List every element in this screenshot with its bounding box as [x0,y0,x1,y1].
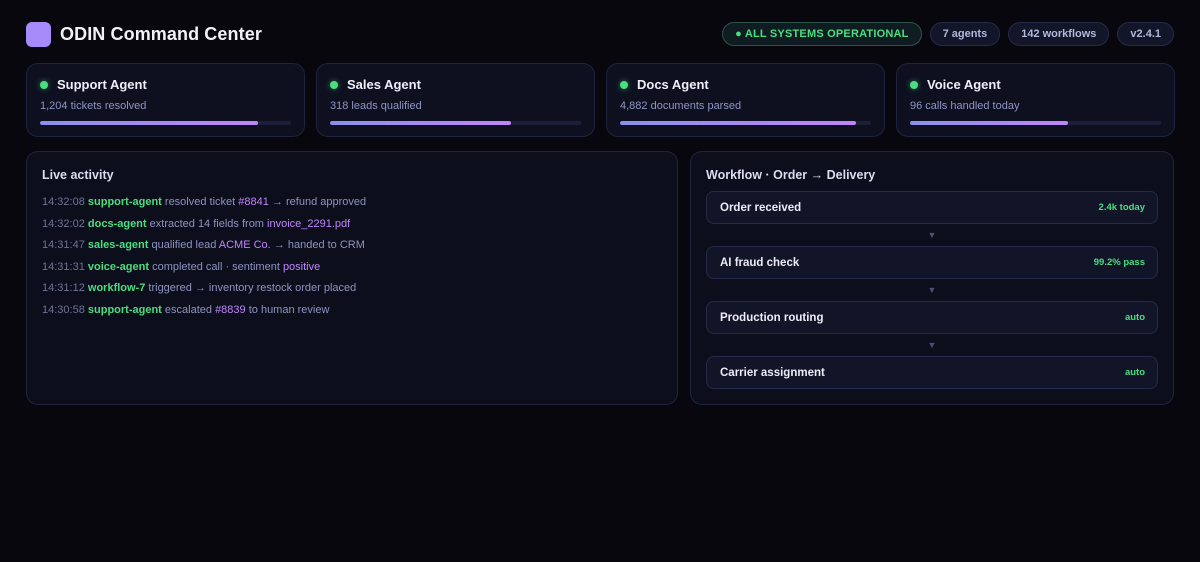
status-dot-icon [620,80,628,89]
agent-head: Support Agent [40,77,291,92]
agent-stat: 96 calls handled today [910,100,1020,112]
step-meta: auto [1124,312,1145,323]
log-time: 14:32:02 [42,217,85,230]
arrow-down-icon: ▼ [927,340,937,350]
agent-progress-bar [910,121,1161,125]
log-text: escalated [164,303,212,316]
app-title: ODIN Command Center [60,23,262,44]
log-agent[interactable]: support-agent [88,196,162,208]
workflow-panel: Workflow · Order → Delivery Order receiv… [690,151,1174,405]
panel-title: Workflow · Order → Delivery [706,168,876,182]
log-text: to human review [248,303,330,316]
app-logo-icon [26,21,51,47]
agent-progress-bar [40,121,291,125]
log-line: 14:32:02 docs-agent extracted 14 fields … [42,217,662,239]
log-agent[interactable]: workflow-7 [88,282,145,294]
workflow-step-fraud-check[interactable]: AI fraud check 99.2% pass [706,246,1158,279]
version-badge: v2.4.1 [1117,22,1174,46]
step-meta: auto [1124,367,1145,378]
workflows-count-badge[interactable]: 142 workflows [1008,22,1110,46]
log-line: 14:30:58 support-agent escalated #8839 t… [42,303,662,325]
agent-card-voice[interactable]: Voice Agent 96 calls handled today [896,63,1175,137]
agent-stat: 4,882 documents parsed [620,100,742,112]
system-status-badge: ● ALL SYSTEMS OPERATIONAL [722,22,922,46]
agent-card-docs[interactable]: Docs Agent 4,882 documents parsed [606,63,885,137]
agent-progress-fill [620,121,856,125]
agent-progress-fill [910,121,1069,125]
log-time: 14:32:08 [42,196,85,208]
workflow-steps: Order received 2.4k today ▼ AI fraud che… [706,191,1158,389]
log-text: → refund approved [271,196,367,208]
lower-panels: Live activity 14:32:08 support-agent res… [26,151,1174,405]
activity-log: 14:32:08 support-agent resolved ticket #… [42,195,662,324]
log-line: 14:31:47 sales-agent qualified lead ACME… [42,238,662,260]
log-text: completed call · sentiment [152,260,280,273]
log-agent[interactable]: docs-agent [88,218,147,230]
agent-name: Voice Agent [927,77,1001,92]
agent-stat: 318 leads qualified [330,100,422,112]
log-text: → handed to CRM [273,239,365,251]
log-text: extracted 14 fields from [149,217,264,230]
log-text: resolved ticket [164,196,236,208]
log-time: 14:31:12 [42,282,85,294]
step-label: AI fraud check [720,256,800,269]
status-dot-icon [330,80,338,89]
agent-progress-fill [40,121,259,125]
agent-stat: 1,204 tickets resolved [40,100,147,112]
step-label: Production routing [720,311,824,324]
agent-progress-fill [330,121,511,125]
agent-progress-bar [620,121,871,125]
agent-progress-bar [330,121,581,125]
log-line: 14:31:31 voice-agent completed call · se… [42,260,662,282]
header-pills: ● ALL SYSTEMS OPERATIONAL 7 agents 142 w… [722,22,1174,46]
agent-head: Docs Agent [620,77,871,92]
agent-name: Support Agent [57,77,147,92]
log-time: 14:31:47 [42,239,85,251]
arrow-down-icon: ▼ [927,285,937,295]
log-highlight[interactable]: #8841 [238,196,269,208]
log-text: triggered → inventory restock order plac… [148,282,357,294]
agent-head: Voice Agent [910,77,1161,92]
status-dot-icon [40,80,48,89]
status-dot-icon [910,80,918,89]
log-highlight[interactable]: ACME Co. [219,239,271,251]
workflow-step-carrier-assignment[interactable]: Carrier assignment auto [706,356,1158,389]
step-label: Order received [720,201,802,214]
agent-card-support[interactable]: Support Agent 1,204 tickets resolved [26,63,305,137]
agents-count-badge[interactable]: 7 agents [929,22,1001,46]
log-line: 14:31:12 workflow-7 triggered → inventor… [42,281,662,303]
agent-cards: Support Agent 1,204 tickets resolved Sal… [26,63,1175,137]
workflow-step-production-routing[interactable]: Production routing auto [706,301,1158,334]
panel-title: Live activity [42,168,114,182]
page: ODIN Command Center ● ALL SYSTEMS OPERAT… [0,0,1200,562]
log-highlight[interactable]: #8839 [215,304,246,316]
log-highlight: positive [282,260,321,273]
log-agent[interactable]: support-agent [88,304,162,316]
live-activity-panel: Live activity 14:32:08 support-agent res… [26,151,678,405]
step-meta: 2.4k today [1098,202,1145,213]
arrow-down-icon: ▼ [927,230,937,240]
log-time: 14:31:31 [42,260,85,273]
header: ODIN Command Center ● ALL SYSTEMS OPERAT… [26,21,1174,47]
agent-card-sales[interactable]: Sales Agent 318 leads qualified [316,63,595,137]
agent-name: Sales Agent [347,77,421,92]
step-label: Carrier assignment [720,366,825,379]
log-highlight[interactable]: invoice_2291.pdf [267,218,350,230]
step-meta: 99.2% pass [1093,257,1145,268]
log-time: 14:30:58 [42,303,85,316]
log-text: qualified lead [151,239,217,251]
brand: ODIN Command Center [26,21,262,47]
log-agent[interactable]: voice-agent [88,261,149,273]
agent-head: Sales Agent [330,77,581,92]
log-agent[interactable]: sales-agent [88,239,149,251]
workflow-step-order-received[interactable]: Order received 2.4k today [706,191,1158,224]
agent-name: Docs Agent [637,77,709,92]
log-line: 14:32:08 support-agent resolved ticket #… [42,195,662,217]
